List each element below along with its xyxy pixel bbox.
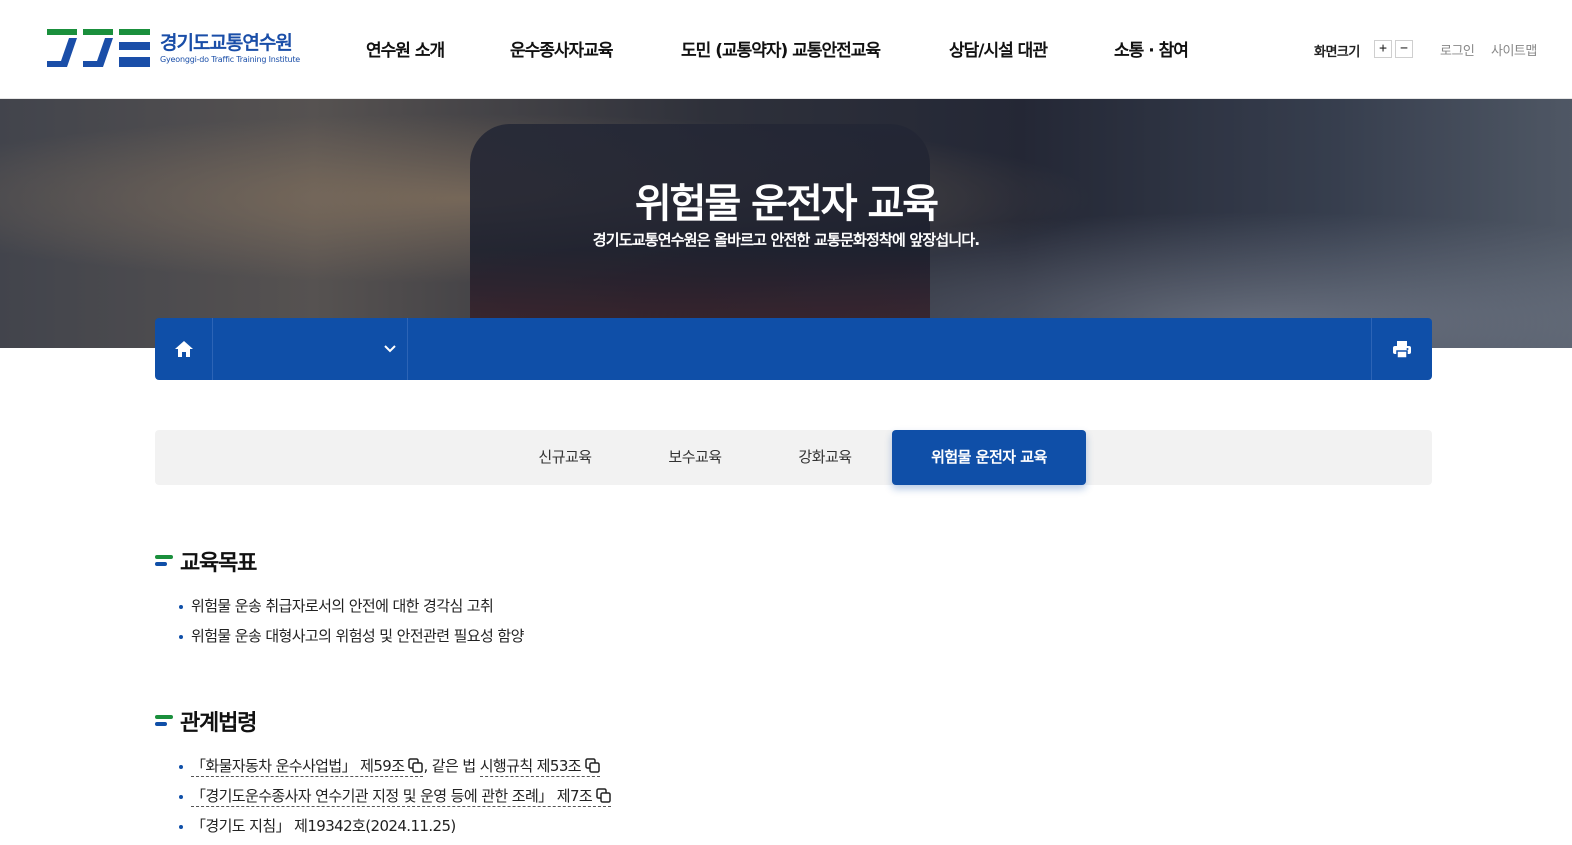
list-item: 「화물자동차 운수사업법」 제59조, 같은 법 시행규칙 제53조 xyxy=(178,751,611,781)
law-link-cargo-act[interactable]: 「화물자동차 운수사업법」 제59조 xyxy=(191,757,424,777)
zoom-label: 화면크기 xyxy=(1314,45,1360,60)
tab-hazmat-driver-education[interactable]: 위험물 운전자 교육 xyxy=(892,430,1086,485)
tab-refresher-education[interactable]: 보수교육 xyxy=(645,430,745,485)
page-subtitle: 경기도교통연수원은 올바르고 안전한 교통문화정착에 앞장섭니다. xyxy=(592,231,980,249)
chevron-down-icon xyxy=(380,339,400,359)
nav-item-citizen-safety-education[interactable]: 도민 (교통약자) 교통안전교육 xyxy=(681,36,949,61)
logo-english-name: Gyeonggi-do Traffic Training Institute xyxy=(160,55,301,64)
logo-text: 경기도교통연수원 Gyeonggi-do Traffic Training In… xyxy=(160,32,300,66)
page-title: 위험물 운전자 교육 xyxy=(634,181,939,227)
sitemap-link[interactable]: 사이트맵 xyxy=(1491,40,1537,59)
list-item: 위험물 운송 대형사고의 위험성 및 안전관련 필요성 함양 xyxy=(178,621,524,651)
site-logo[interactable]: 경기도교통연수원 Gyeonggi-do Traffic Training In… xyxy=(47,28,317,70)
list-item: 「경기도 지침」 제19342호(2024.11.25) xyxy=(178,811,611,841)
print-icon xyxy=(1393,340,1411,358)
login-link[interactable]: 로그인 xyxy=(1440,40,1475,59)
hero-banner: 위험물 운전자 교육 경기도교통연수원은 올바르고 안전한 교통문화정착에 앞장… xyxy=(0,99,1572,348)
zoom-out-button[interactable]: − xyxy=(1395,40,1413,58)
zoom-in-button[interactable]: + xyxy=(1374,40,1392,58)
nav-item-driver-education[interactable]: 운수종사자교육 xyxy=(510,36,681,61)
section-title: 관계법령 xyxy=(180,711,257,736)
home-button[interactable] xyxy=(155,318,213,380)
section-title: 교육목표 xyxy=(180,551,257,576)
list-text: , 같은 법 xyxy=(423,757,476,775)
sub-tabs: 신규교육 보수교육 강화교육 위험물 운전자 교육 xyxy=(155,430,1432,485)
logo-mark-icon xyxy=(47,29,150,67)
heading-mark-icon xyxy=(155,554,173,568)
goal-list: 위험물 운송 취급자로서의 안전에 대한 경각심 고취 위험물 운송 대형사고의… xyxy=(178,591,524,651)
nav-item-consulting-facility[interactable]: 상담/시설 대관 xyxy=(949,36,1114,61)
law-list: 「화물자동차 운수사업법」 제59조, 같은 법 시행규칙 제53조 「경기도운… xyxy=(178,751,612,841)
list-item: 위험물 운송 취급자로서의 안전에 대한 경각심 고취 xyxy=(178,591,524,621)
location-select[interactable] xyxy=(213,318,408,380)
external-link-icon xyxy=(585,758,600,773)
external-link-icon xyxy=(408,758,424,773)
section-heading-goal: 교육목표 xyxy=(155,545,257,577)
law-link-ordinance[interactable]: 「경기도운수종사자 연수기관 지정 및 운영 등에 관한 조례」 제7조 xyxy=(191,787,612,807)
site-header: 경기도교통연수원 Gyeonggi-do Traffic Training In… xyxy=(0,0,1572,99)
nav-item-communication[interactable]: 소통 · 참여 xyxy=(1114,36,1234,61)
tab-reinforced-education[interactable]: 강화교육 xyxy=(775,430,875,485)
print-button[interactable] xyxy=(1371,318,1432,380)
location-bar xyxy=(155,318,1432,380)
logo-korean-name: 경기도교통연수원 xyxy=(160,32,293,54)
tab-new-education[interactable]: 신규교육 xyxy=(515,430,615,485)
external-link-icon xyxy=(596,788,611,803)
home-icon xyxy=(174,341,193,357)
main-navigation: 연수원 소개 운수종사자교육 도민 (교통약자) 교통안전교육 상담/시설 대관… xyxy=(366,36,1234,61)
heading-mark-icon xyxy=(155,714,173,728)
section-heading-law: 관계법령 xyxy=(155,705,257,737)
list-item: 「경기도운수종사자 연수기관 지정 및 운영 등에 관한 조례」 제7조 xyxy=(178,781,612,811)
nav-item-about[interactable]: 연수원 소개 xyxy=(366,36,510,61)
law-link-enforcement-rule[interactable]: 시행규칙 제53조 xyxy=(479,757,600,777)
